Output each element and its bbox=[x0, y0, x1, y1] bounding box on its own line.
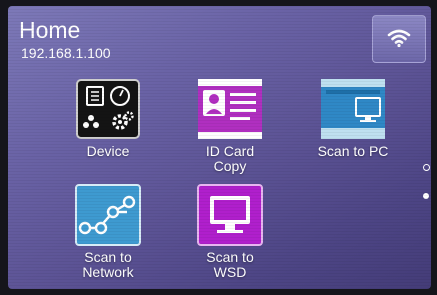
tile-label-id-card-copy: ID Card Copy bbox=[205, 143, 255, 174]
device-tile[interactable]: Device bbox=[53, 78, 163, 188]
ip-address: 192.168.1.100 bbox=[21, 45, 111, 61]
monitor-icon bbox=[321, 79, 385, 139]
device-bezel: Home 192.168.1.100 Device ID Card Copy S… bbox=[0, 0, 437, 295]
monitor-icon bbox=[197, 184, 263, 246]
id-card-copy-tile[interactable]: ID Card Copy bbox=[175, 78, 285, 188]
scan-to-wsd-tile[interactable]: Scan to WSD bbox=[175, 184, 285, 289]
tile-label-scan-to-pc: Scan to PC bbox=[317, 143, 389, 159]
network-icon bbox=[75, 184, 141, 246]
scan-to-network-tile[interactable]: Scan to Network bbox=[53, 184, 163, 289]
id-card-icon bbox=[198, 79, 262, 139]
page-indicator-1[interactable] bbox=[423, 164, 430, 171]
device-icon bbox=[76, 79, 140, 139]
touch-screen: Home 192.168.1.100 Device ID Card Copy S… bbox=[8, 6, 431, 289]
tile-label-scan-to-network: Scan to Network bbox=[82, 249, 134, 280]
wifi-button[interactable] bbox=[372, 15, 426, 63]
page-indicator-2[interactable] bbox=[423, 193, 429, 199]
wifi-icon bbox=[387, 29, 411, 48]
tile-label-scan-to-wsd: Scan to WSD bbox=[206, 249, 254, 280]
scan-to-pc-tile[interactable]: Scan to PC bbox=[298, 78, 408, 188]
tile-label-device: Device bbox=[86, 143, 130, 159]
page-title: Home bbox=[19, 17, 81, 43]
